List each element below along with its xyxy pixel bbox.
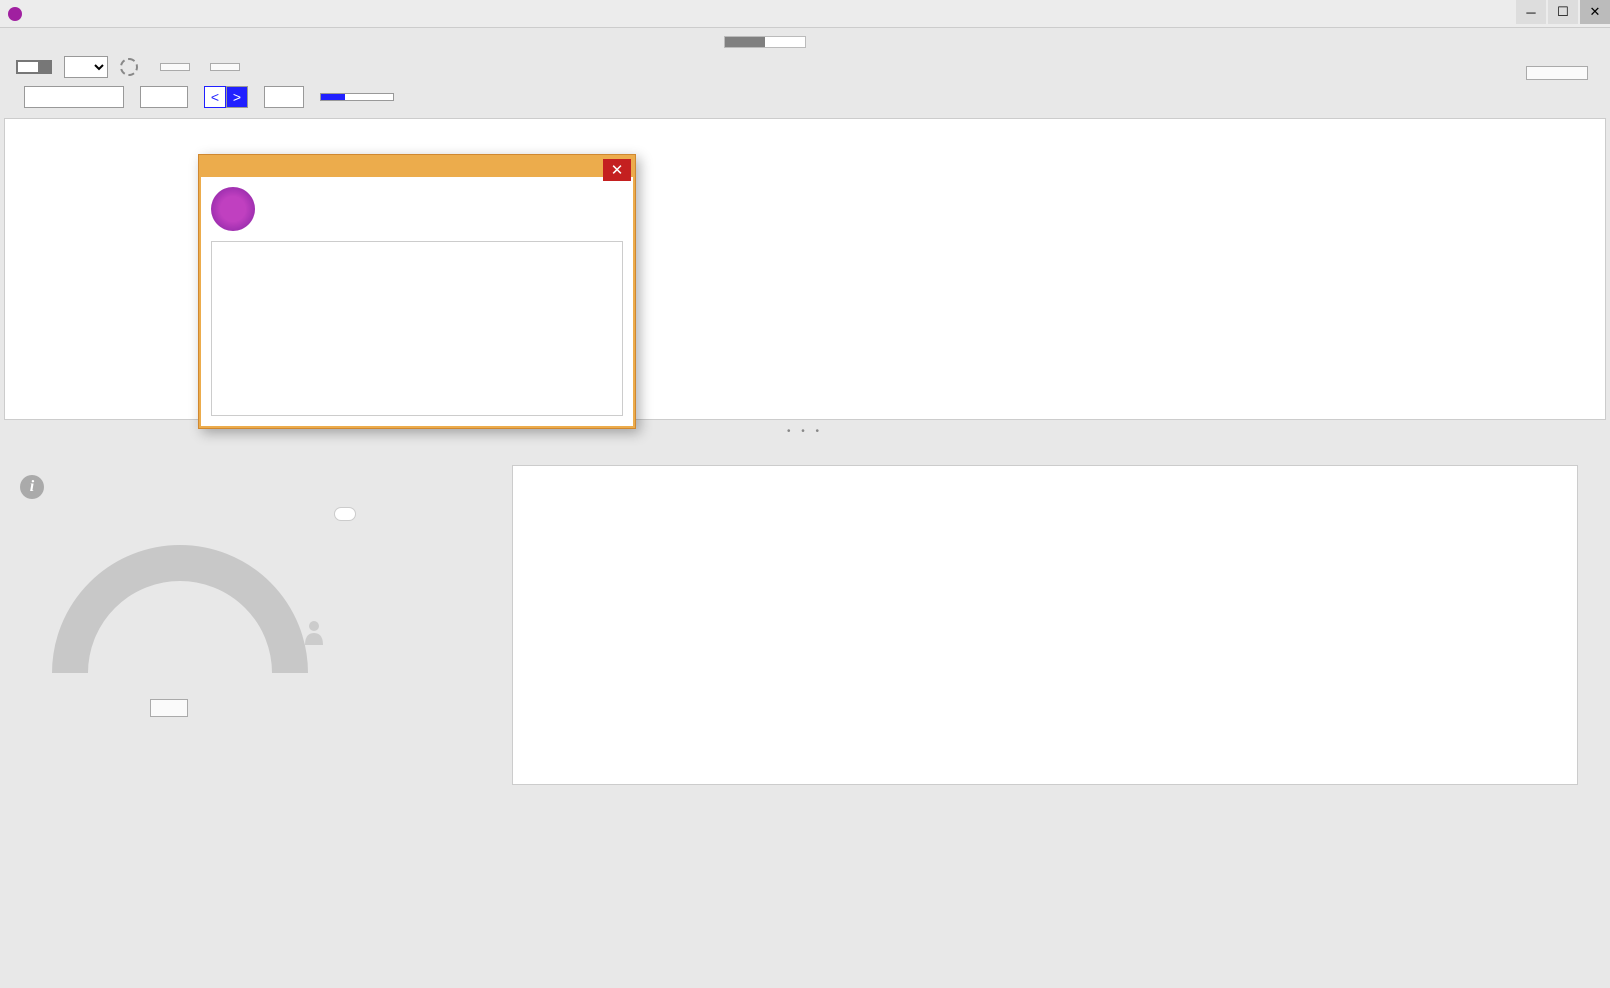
speed-gauge bbox=[40, 543, 320, 683]
window-title-bar: ─ ☐ ✕ bbox=[0, 0, 1610, 28]
window-maximize-button[interactable]: ☐ bbox=[1548, 0, 1578, 24]
wifi-globe-icon bbox=[211, 187, 255, 231]
channel-filter-input[interactable] bbox=[140, 86, 188, 108]
band-24-button[interactable] bbox=[345, 94, 369, 100]
ssid-filter-input[interactable] bbox=[24, 86, 124, 108]
signal-greater-button[interactable]: > bbox=[226, 86, 248, 108]
person-icon bbox=[303, 619, 325, 645]
stop-scan-button[interactable] bbox=[210, 63, 240, 71]
tab-whos-on-network[interactable] bbox=[765, 37, 805, 47]
scan-toolbar bbox=[0, 52, 1610, 82]
loading-spinner-icon bbox=[120, 58, 138, 76]
window-close-button[interactable]: ✕ bbox=[1580, 0, 1610, 24]
cloud-icon bbox=[334, 507, 356, 521]
filter-bar: < > bbox=[0, 82, 1610, 112]
tab-scan[interactable] bbox=[725, 37, 765, 47]
speed-test-servers-modal: ✕ bbox=[198, 154, 636, 429]
signal-threshold-input[interactable] bbox=[264, 86, 304, 108]
signal-less-button[interactable]: < bbox=[204, 86, 226, 108]
speed-test-pause-button[interactable] bbox=[150, 699, 188, 717]
app-icon bbox=[8, 7, 22, 21]
band-5-button[interactable] bbox=[369, 94, 393, 100]
scan-toggle-button[interactable] bbox=[16, 60, 52, 74]
filter-button[interactable] bbox=[1526, 66, 1588, 80]
info-icon: i bbox=[20, 475, 44, 499]
pause-scan-button[interactable] bbox=[160, 63, 190, 71]
scan-interval-select[interactable] bbox=[64, 56, 108, 78]
server-list[interactable] bbox=[211, 241, 623, 416]
main-tab-group bbox=[724, 36, 806, 48]
speed-test-chart bbox=[512, 465, 1578, 785]
window-minimize-button[interactable]: ─ bbox=[1516, 0, 1546, 24]
band-both-button[interactable] bbox=[321, 94, 345, 100]
modal-close-button[interactable]: ✕ bbox=[603, 159, 631, 181]
speed-test-panel: i bbox=[0, 465, 480, 785]
